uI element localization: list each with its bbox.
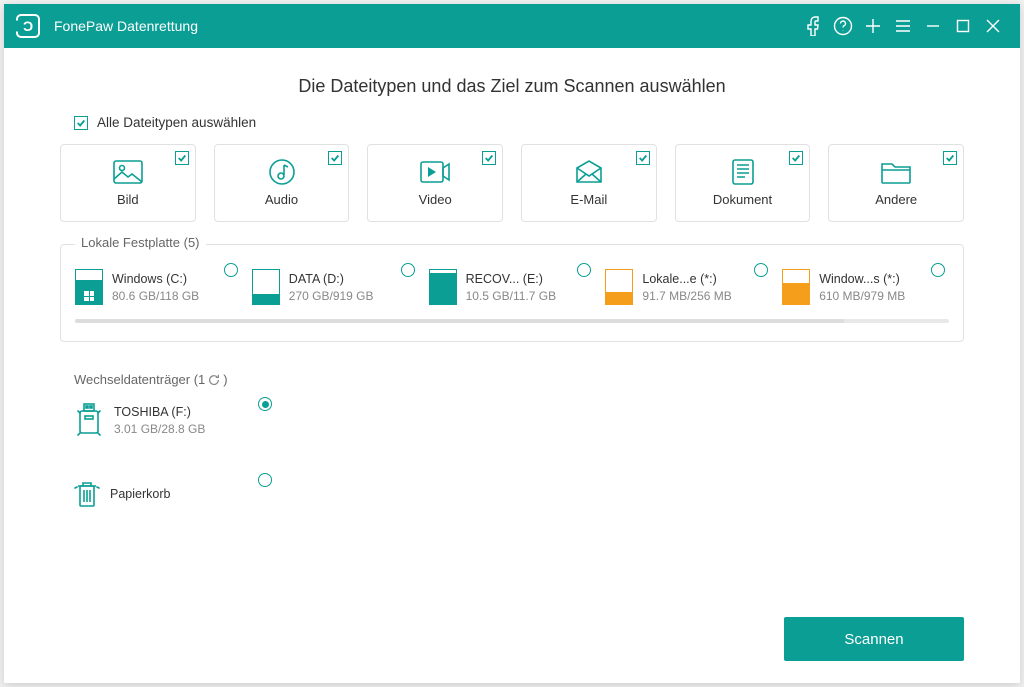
filetype-checkbox-bild[interactable] xyxy=(175,151,189,165)
drive-size: 10.5 GB/11.7 GB xyxy=(466,289,557,303)
local-drives-list: Windows (C:) 80.6 GB/118 GB DATA (D:) 27… xyxy=(75,269,949,305)
filetype-checkbox-email[interactable] xyxy=(636,151,650,165)
minimize-button[interactable] xyxy=(918,11,948,41)
local-drive-item[interactable]: RECOV... (E:) 10.5 GB/11.7 GB xyxy=(429,269,596,305)
recycle-bin-item[interactable]: Papierkorb xyxy=(74,479,244,509)
filetype-label: Andere xyxy=(875,192,917,207)
drive-size: 80.6 GB/118 GB xyxy=(112,289,199,303)
drives-scrollbar[interactable] xyxy=(75,319,949,323)
filetype-card-dokument[interactable]: Dokument xyxy=(675,144,811,222)
removable-drive-size: 3.01 GB/28.8 GB xyxy=(114,422,205,436)
drive-radio[interactable] xyxy=(224,263,238,277)
removable-drive-item[interactable]: TOSHIBA (F:) 3.01 GB/28.8 GB xyxy=(74,403,244,437)
app-logo: Ɔ xyxy=(16,14,40,38)
filetype-card-audio[interactable]: Audio xyxy=(214,144,350,222)
drive-radio[interactable] xyxy=(931,263,945,277)
bild-icon xyxy=(113,160,143,184)
app-window: Ɔ FonePaw Datenrettung Die Dateitypen un… xyxy=(4,4,1020,683)
drive-name: Lokale...e (*:) xyxy=(642,272,731,286)
email-icon xyxy=(574,160,604,184)
main-content: Die Dateitypen und das Ziel zum Scannen … xyxy=(4,48,1020,683)
filetype-checkbox-audio[interactable] xyxy=(328,151,342,165)
title-bar: Ɔ FonePaw Datenrettung xyxy=(4,4,1020,48)
local-drive-item[interactable]: Lokale...e (*:) 91.7 MB/256 MB xyxy=(605,269,772,305)
maximize-button[interactable] xyxy=(948,11,978,41)
recycle-bin-label: Papierkorb xyxy=(110,487,170,501)
local-drive-item[interactable]: Windows (C:) 80.6 GB/118 GB xyxy=(75,269,242,305)
video-icon xyxy=(420,160,450,184)
plus-icon[interactable] xyxy=(858,11,888,41)
removable-legend: Wechseldatenträger (1 ) xyxy=(74,372,964,387)
drive-name: DATA (D:) xyxy=(289,272,374,286)
drive-size: 270 GB/919 GB xyxy=(289,289,374,303)
filetype-checkbox-video[interactable] xyxy=(482,151,496,165)
select-all-checkbox[interactable] xyxy=(74,116,88,130)
trash-icon xyxy=(74,479,100,509)
drive-size: 610 MB/979 MB xyxy=(819,289,905,303)
drive-size: 91.7 MB/256 MB xyxy=(642,289,731,303)
help-icon[interactable] xyxy=(828,11,858,41)
drive-icon xyxy=(782,269,810,305)
filetype-label: Video xyxy=(419,192,452,207)
local-drive-item[interactable]: Window...s (*:) 610 MB/979 MB xyxy=(782,269,949,305)
facebook-icon[interactable] xyxy=(798,11,828,41)
scan-button[interactable]: Scannen xyxy=(784,617,964,661)
andere-icon xyxy=(881,160,911,184)
filetype-label: Bild xyxy=(117,192,139,207)
filetype-label: E-Mail xyxy=(570,192,607,207)
filetype-label: Dokument xyxy=(713,192,772,207)
page-heading: Die Dateitypen und das Ziel zum Scannen … xyxy=(60,76,964,97)
menu-icon[interactable] xyxy=(888,11,918,41)
drive-icon xyxy=(605,269,633,305)
filetype-card-bild[interactable]: Bild xyxy=(60,144,196,222)
usb-drive-icon xyxy=(74,403,104,437)
drive-icon xyxy=(429,269,457,305)
drive-name: RECOV... (E:) xyxy=(466,272,557,286)
removable-drive-name: TOSHIBA (F:) xyxy=(114,405,205,419)
recycle-bin-radio[interactable] xyxy=(258,473,272,487)
local-drives-section: Lokale Festplatte (5) Windows (C:) 80.6 … xyxy=(60,244,964,342)
close-button[interactable] xyxy=(978,11,1008,41)
filetype-checkbox-dokument[interactable] xyxy=(789,151,803,165)
drive-icon xyxy=(75,269,103,305)
local-drive-item[interactable]: DATA (D:) 270 GB/919 GB xyxy=(252,269,419,305)
refresh-icon[interactable] xyxy=(207,373,221,387)
filetype-label: Audio xyxy=(265,192,298,207)
drive-radio[interactable] xyxy=(754,263,768,277)
select-all-label: Alle Dateitypen auswählen xyxy=(97,115,256,130)
drive-name: Window...s (*:) xyxy=(819,272,905,286)
filetype-cards: Bild Audio Video E-Mail Dokument Andere xyxy=(60,144,964,222)
audio-icon xyxy=(267,160,297,184)
removable-drive-radio[interactable] xyxy=(258,397,272,411)
dokument-icon xyxy=(728,160,758,184)
drive-radio[interactable] xyxy=(577,263,591,277)
filetype-card-andere[interactable]: Andere xyxy=(828,144,964,222)
select-all-row[interactable]: Alle Dateitypen auswählen xyxy=(74,115,964,130)
removable-section: Wechseldatenträger (1 ) TOSHIBA (F:) 3.0… xyxy=(60,372,964,437)
filetype-card-email[interactable]: E-Mail xyxy=(521,144,657,222)
recycle-section: Papierkorb xyxy=(60,479,964,509)
filetype-checkbox-andere[interactable] xyxy=(943,151,957,165)
drive-icon xyxy=(252,269,280,305)
drive-name: Windows (C:) xyxy=(112,272,199,286)
filetype-card-video[interactable]: Video xyxy=(367,144,503,222)
app-title: FonePaw Datenrettung xyxy=(54,18,198,34)
drive-radio[interactable] xyxy=(401,263,415,277)
local-drives-legend: Lokale Festplatte (5) xyxy=(75,235,206,250)
